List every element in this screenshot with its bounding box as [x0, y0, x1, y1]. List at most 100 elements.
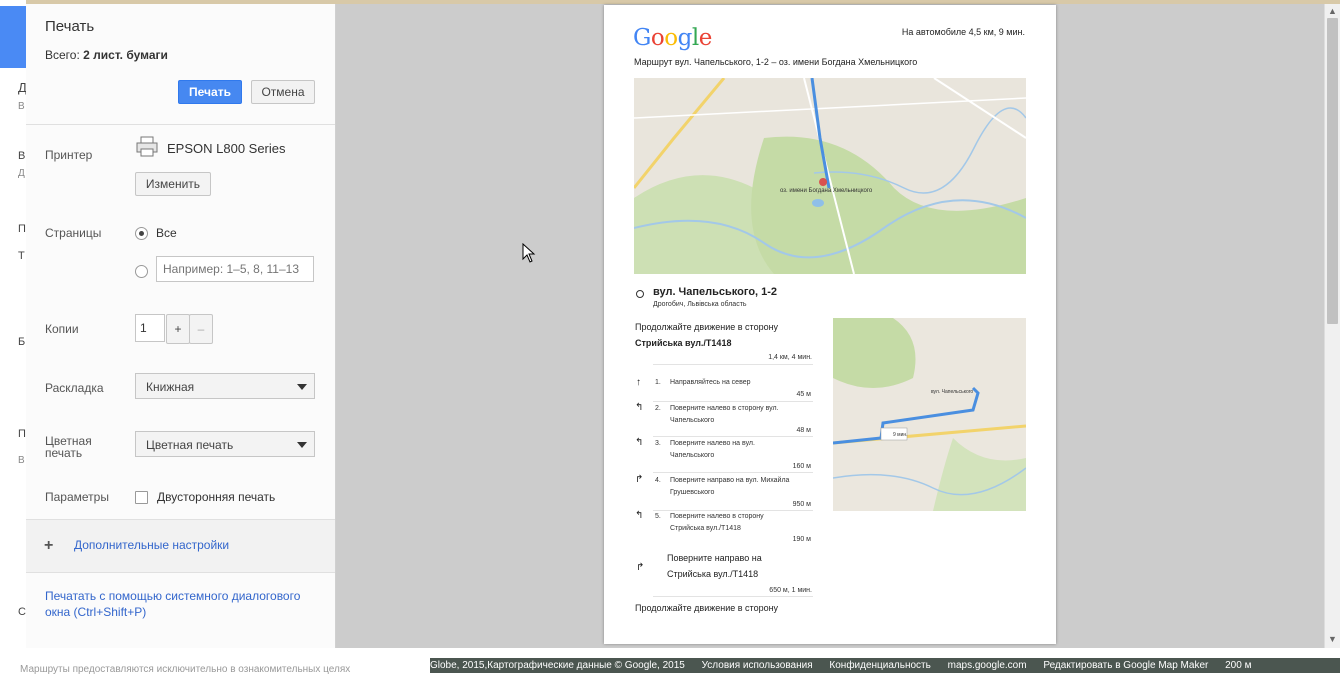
route-title: Маршрут вул. Чапельського, 1-2 – оз. име… — [634, 57, 918, 67]
map-maker-link[interactable]: Редактировать в Google Map Maker — [1043, 660, 1208, 671]
change-printer-button[interactable]: Изменить — [135, 172, 211, 196]
step-number: 3. — [655, 440, 661, 447]
color-label-line2: печать — [45, 446, 83, 460]
step-text: Чапельського — [670, 452, 715, 459]
background-letter: С — [18, 606, 26, 618]
start-subtitle: Дрогобич, Львівська область — [653, 301, 747, 308]
duplex-checkbox[interactable] — [135, 491, 148, 504]
turn-road: Стрийська вул./Т1418 — [667, 569, 759, 579]
copies-increment-button[interactable]: + — [166, 314, 190, 344]
background-disclaimer: Маршруты предоставляются исключительно в… — [20, 664, 351, 675]
system-dialog-link[interactable]: Печатать с помощью системного диалоговог… — [45, 589, 300, 603]
scroll-down-icon[interactable]: ▼ — [1328, 634, 1337, 644]
preview-scrollbar[interactable]: ▲ ▼ — [1324, 4, 1340, 648]
straight-arrow-icon: ↑ — [636, 377, 641, 388]
continue-direction: Продолжайте движение в сторону — [635, 322, 779, 332]
layout-select[interactable]: Книжная — [135, 373, 315, 399]
step-distance: 45 м — [796, 391, 811, 398]
copies-label: Копии — [45, 322, 79, 336]
step-text: Поверните направо на вул. Михайла — [670, 477, 790, 484]
turn-left-icon: ↰ — [635, 402, 644, 413]
step-text: Направляйтесь на север — [670, 379, 751, 386]
system-dialog-link-line2[interactable]: окна (Ctrl+Shift+P) — [45, 605, 146, 619]
continue-direction: Продолжайте движение в сторону — [635, 603, 779, 613]
turn-left-icon: ↰ — [635, 510, 644, 521]
background-letter: П — [18, 223, 26, 235]
sheet-count: Всего: 2 лист. бумаги — [45, 48, 168, 62]
background-header-bar — [0, 6, 26, 68]
duplex-label[interactable]: Двусторонняя печать — [157, 490, 275, 504]
pages-input[interactable] — [156, 256, 314, 282]
copies-decrement-button[interactable]: – — [189, 314, 213, 344]
step-distance: 160 м — [792, 463, 811, 470]
start-address: вул. Чапельського, 1-2 — [653, 286, 778, 298]
step-text: Стрийська вул./Т1418 — [670, 525, 741, 532]
turn-instruction: Поверните направо на — [667, 553, 762, 563]
divider — [653, 596, 813, 597]
more-settings-link[interactable]: Дополнительные настройки — [74, 538, 229, 552]
pages-all-radio[interactable] — [135, 227, 148, 240]
step-text: Поверните налево на вул. — [670, 440, 755, 447]
divider — [653, 401, 813, 402]
step-detail-map — [833, 318, 1026, 511]
print-settings-panel: Печать Всего: 2 лист. бумаги Печать Отме… — [26, 4, 336, 648]
step-distance: 950 м — [792, 501, 811, 508]
divider — [653, 510, 813, 511]
step-text: Чапельського — [670, 417, 715, 424]
background-letter: Б — [18, 336, 26, 348]
background-letter: В — [18, 150, 26, 162]
step-text: Грушевського — [670, 489, 715, 496]
color-select[interactable]: Цветная печать — [135, 431, 315, 457]
printer-name: EPSON L800 Series — [167, 141, 286, 156]
maps-url-link[interactable]: maps.google.com — [948, 660, 1027, 671]
dialog-title: Печать — [45, 18, 95, 35]
scroll-thumb[interactable] — [1327, 18, 1338, 324]
step-number: 2. — [655, 405, 661, 412]
mouse-cursor-icon — [522, 243, 536, 263]
print-button[interactable]: Печать — [178, 80, 242, 104]
turn-left-icon: ↰ — [635, 437, 644, 448]
background-letter: Д — [18, 168, 25, 179]
scale-label: 200 м — [1225, 660, 1252, 671]
preview-page: Google На автомобиле 4,5 км, 9 мин. Марш… — [604, 5, 1056, 644]
step-number: 1. — [655, 379, 661, 386]
print-header: Печать Всего: 2 лист. бумаги Печать Отме… — [26, 4, 335, 125]
continue-road: Стрийська вул./Т1418 — [635, 338, 732, 348]
turn-right-icon: ↱ — [635, 474, 644, 485]
map-attribution-bar: Globe, 2015,Картографические данные © Go… — [430, 658, 1340, 673]
pages-all-label: Все — [156, 226, 177, 240]
route-overview-map — [634, 78, 1026, 274]
attribution-copyright: Globe, 2015,Картографические данные © Go… — [430, 660, 685, 671]
turn-right-icon: ↱ — [636, 562, 645, 573]
copies-input[interactable]: 1 — [135, 314, 165, 342]
color-value: Цветная печать — [146, 438, 234, 452]
dropdown-arrow-icon — [297, 442, 307, 448]
scroll-up-icon[interactable]: ▲ — [1328, 6, 1337, 16]
background-letter: Т — [18, 250, 25, 262]
divider — [653, 364, 813, 365]
pages-label: Страницы — [45, 226, 102, 240]
divider — [653, 472, 813, 473]
pages-custom-radio[interactable] — [135, 265, 148, 278]
cancel-button[interactable]: Отмена — [251, 80, 315, 104]
segment-distance: 1,4 км, 4 мин. — [768, 354, 812, 361]
map-time-badge: 9 мин. — [893, 432, 908, 438]
printer-label: Принтер — [45, 148, 93, 162]
dropdown-arrow-icon — [297, 384, 307, 390]
privacy-link[interactable]: Конфиденциальность — [829, 660, 930, 671]
background-page: Д В В Д П Т Б П В С — [0, 0, 27, 673]
step-text: Поверните налево в сторону вул. — [670, 405, 779, 412]
background-letter: В — [18, 101, 25, 112]
step-number: 4. — [655, 477, 661, 484]
step-distance: 48 м — [796, 427, 811, 434]
background-letter: П — [18, 428, 26, 440]
step-distance: 190 м — [792, 536, 811, 543]
map-lake-label: оз. имени Богдана Хмельницкого — [780, 188, 873, 194]
plus-icon[interactable]: + — [44, 538, 53, 554]
more-settings-section: + Дополнительные настройки — [26, 519, 335, 573]
layout-label: Раскладка — [45, 381, 104, 395]
terms-link[interactable]: Условия использования — [702, 660, 813, 671]
google-logo: Google — [633, 25, 712, 51]
route-summary: На автомобиле 4,5 км, 9 мин. — [901, 27, 1025, 37]
start-marker-icon — [636, 290, 644, 298]
